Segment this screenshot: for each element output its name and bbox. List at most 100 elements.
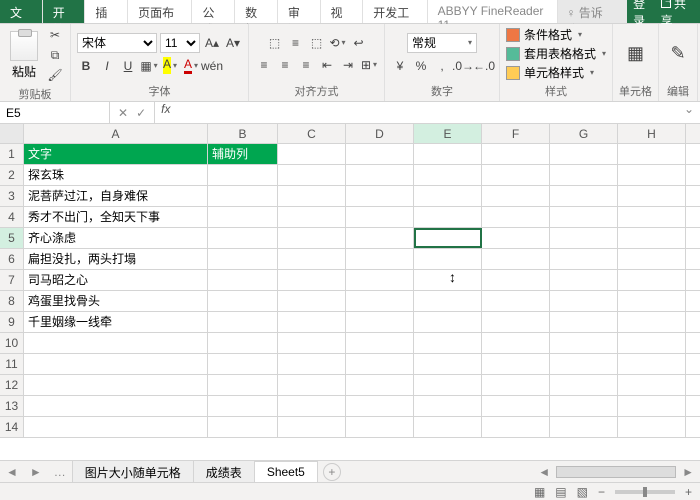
cell[interactable] (24, 375, 208, 395)
cell[interactable] (414, 396, 482, 416)
cell[interactable] (414, 291, 482, 311)
cell[interactable] (346, 186, 414, 206)
cell[interactable] (550, 417, 618, 437)
cell[interactable] (346, 375, 414, 395)
table-format-button[interactable]: 套用表格格式▾ (506, 45, 606, 62)
cell[interactable]: 千里姻缘一线牵 (24, 312, 208, 332)
paste-button[interactable]: 粘贴 (6, 31, 42, 80)
col-header-B[interactable]: B (208, 124, 278, 143)
row-header[interactable]: 6 (0, 249, 24, 269)
cell[interactable] (414, 249, 482, 269)
row-header[interactable]: 2 (0, 165, 24, 185)
align-right-button[interactable]: ≡ (297, 56, 315, 74)
cell[interactable] (24, 333, 208, 353)
cell[interactable] (550, 312, 618, 332)
bold-button[interactable]: B (77, 57, 95, 75)
cell[interactable] (208, 375, 278, 395)
increase-decimal-button[interactable]: .0→ (454, 57, 472, 75)
cell[interactable]: 辅助列 (208, 144, 278, 164)
row-header[interactable]: 14 (0, 417, 24, 437)
cell[interactable] (414, 375, 482, 395)
cell[interactable] (24, 417, 208, 437)
cell[interactable] (550, 396, 618, 416)
select-all-corner[interactable] (0, 124, 24, 143)
cell[interactable] (618, 312, 686, 332)
cell[interactable] (550, 165, 618, 185)
sheet-nav-more[interactable]: … (48, 465, 72, 479)
col-header-E[interactable]: E (414, 124, 482, 143)
cell[interactable] (24, 396, 208, 416)
cut-button[interactable]: ✂ (46, 26, 64, 44)
cell[interactable] (278, 375, 346, 395)
cell[interactable] (414, 228, 482, 248)
tab-review[interactable]: 审阅 (278, 0, 321, 23)
cell[interactable] (208, 291, 278, 311)
editing-button[interactable]: ✎ (665, 41, 691, 67)
cell[interactable] (208, 228, 278, 248)
hscroll-track[interactable] (556, 466, 676, 478)
cell[interactable] (550, 354, 618, 374)
cell[interactable] (414, 333, 482, 353)
font-size-select[interactable]: 11 (160, 33, 200, 53)
row-header[interactable]: 13 (0, 396, 24, 416)
cell[interactable] (482, 375, 550, 395)
cell[interactable] (618, 396, 686, 416)
comma-button[interactable]: , (433, 57, 451, 75)
font-color-button[interactable]: A▾ (182, 57, 200, 75)
cell[interactable] (346, 144, 414, 164)
hscroll-left[interactable]: ◄ (532, 465, 556, 479)
cell[interactable] (278, 186, 346, 206)
cell[interactable] (414, 354, 482, 374)
tab-data[interactable]: 数据 (235, 0, 278, 23)
cell[interactable] (550, 375, 618, 395)
cell[interactable] (618, 165, 686, 185)
sheet-nav-next[interactable]: ► (24, 465, 48, 479)
cell[interactable] (550, 228, 618, 248)
underline-button[interactable]: U (119, 57, 137, 75)
cell[interactable] (208, 312, 278, 332)
col-header-C[interactable]: C (278, 124, 346, 143)
cell[interactable] (278, 291, 346, 311)
cell[interactable] (482, 396, 550, 416)
tab-view[interactable]: 视图 (321, 0, 364, 23)
col-header-F[interactable]: F (482, 124, 550, 143)
cell[interactable] (618, 333, 686, 353)
cell[interactable] (414, 144, 482, 164)
cancel-formula-button[interactable]: ✕ (118, 106, 128, 120)
cell[interactable] (550, 333, 618, 353)
tab-insert[interactable]: 插入 (85, 0, 128, 23)
cell[interactable] (278, 312, 346, 332)
sheet-nav-prev[interactable]: ◄ (0, 465, 24, 479)
cell[interactable] (208, 270, 278, 290)
cell[interactable] (278, 396, 346, 416)
cell[interactable]: 齐心涤虑 (24, 228, 208, 248)
row-header[interactable]: 12 (0, 375, 24, 395)
cell[interactable] (414, 270, 482, 290)
tab-dev[interactable]: 开发工具 (363, 0, 427, 23)
expand-formula-button[interactable]: ⌄ (678, 102, 700, 123)
sheet-tab-3[interactable]: Sheet5 (254, 461, 318, 483)
worksheet-grid[interactable]: ↕ ABCDEFGH 1文字辅助列2探玄珠3泥菩萨过江，自身难保4秀才不出门，全… (0, 124, 700, 460)
cell[interactable] (414, 417, 482, 437)
cell[interactable] (278, 354, 346, 374)
col-header-G[interactable]: G (550, 124, 618, 143)
col-header-H[interactable]: H (618, 124, 686, 143)
view-break-button[interactable]: ▧ (577, 485, 588, 499)
row-header[interactable]: 3 (0, 186, 24, 206)
cell[interactable] (278, 207, 346, 227)
cell[interactable] (414, 186, 482, 206)
cell[interactable] (550, 186, 618, 206)
cell[interactable] (618, 354, 686, 374)
border-button[interactable]: ▦▾ (140, 57, 158, 75)
cell[interactable] (482, 270, 550, 290)
cell[interactable] (482, 144, 550, 164)
sheet-tab-1[interactable]: 图片大小随单元格 (72, 460, 194, 484)
decrease-font-button[interactable]: A▾ (224, 34, 242, 52)
align-bottom-button[interactable]: ⬚ (308, 34, 326, 52)
cell[interactable] (482, 312, 550, 332)
cell[interactable] (414, 312, 482, 332)
cell[interactable] (550, 207, 618, 227)
hscroll-right[interactable]: ► (676, 465, 700, 479)
cell[interactable]: 文字 (24, 144, 208, 164)
cell-styles-button[interactable]: 单元格样式▾ (506, 64, 594, 81)
